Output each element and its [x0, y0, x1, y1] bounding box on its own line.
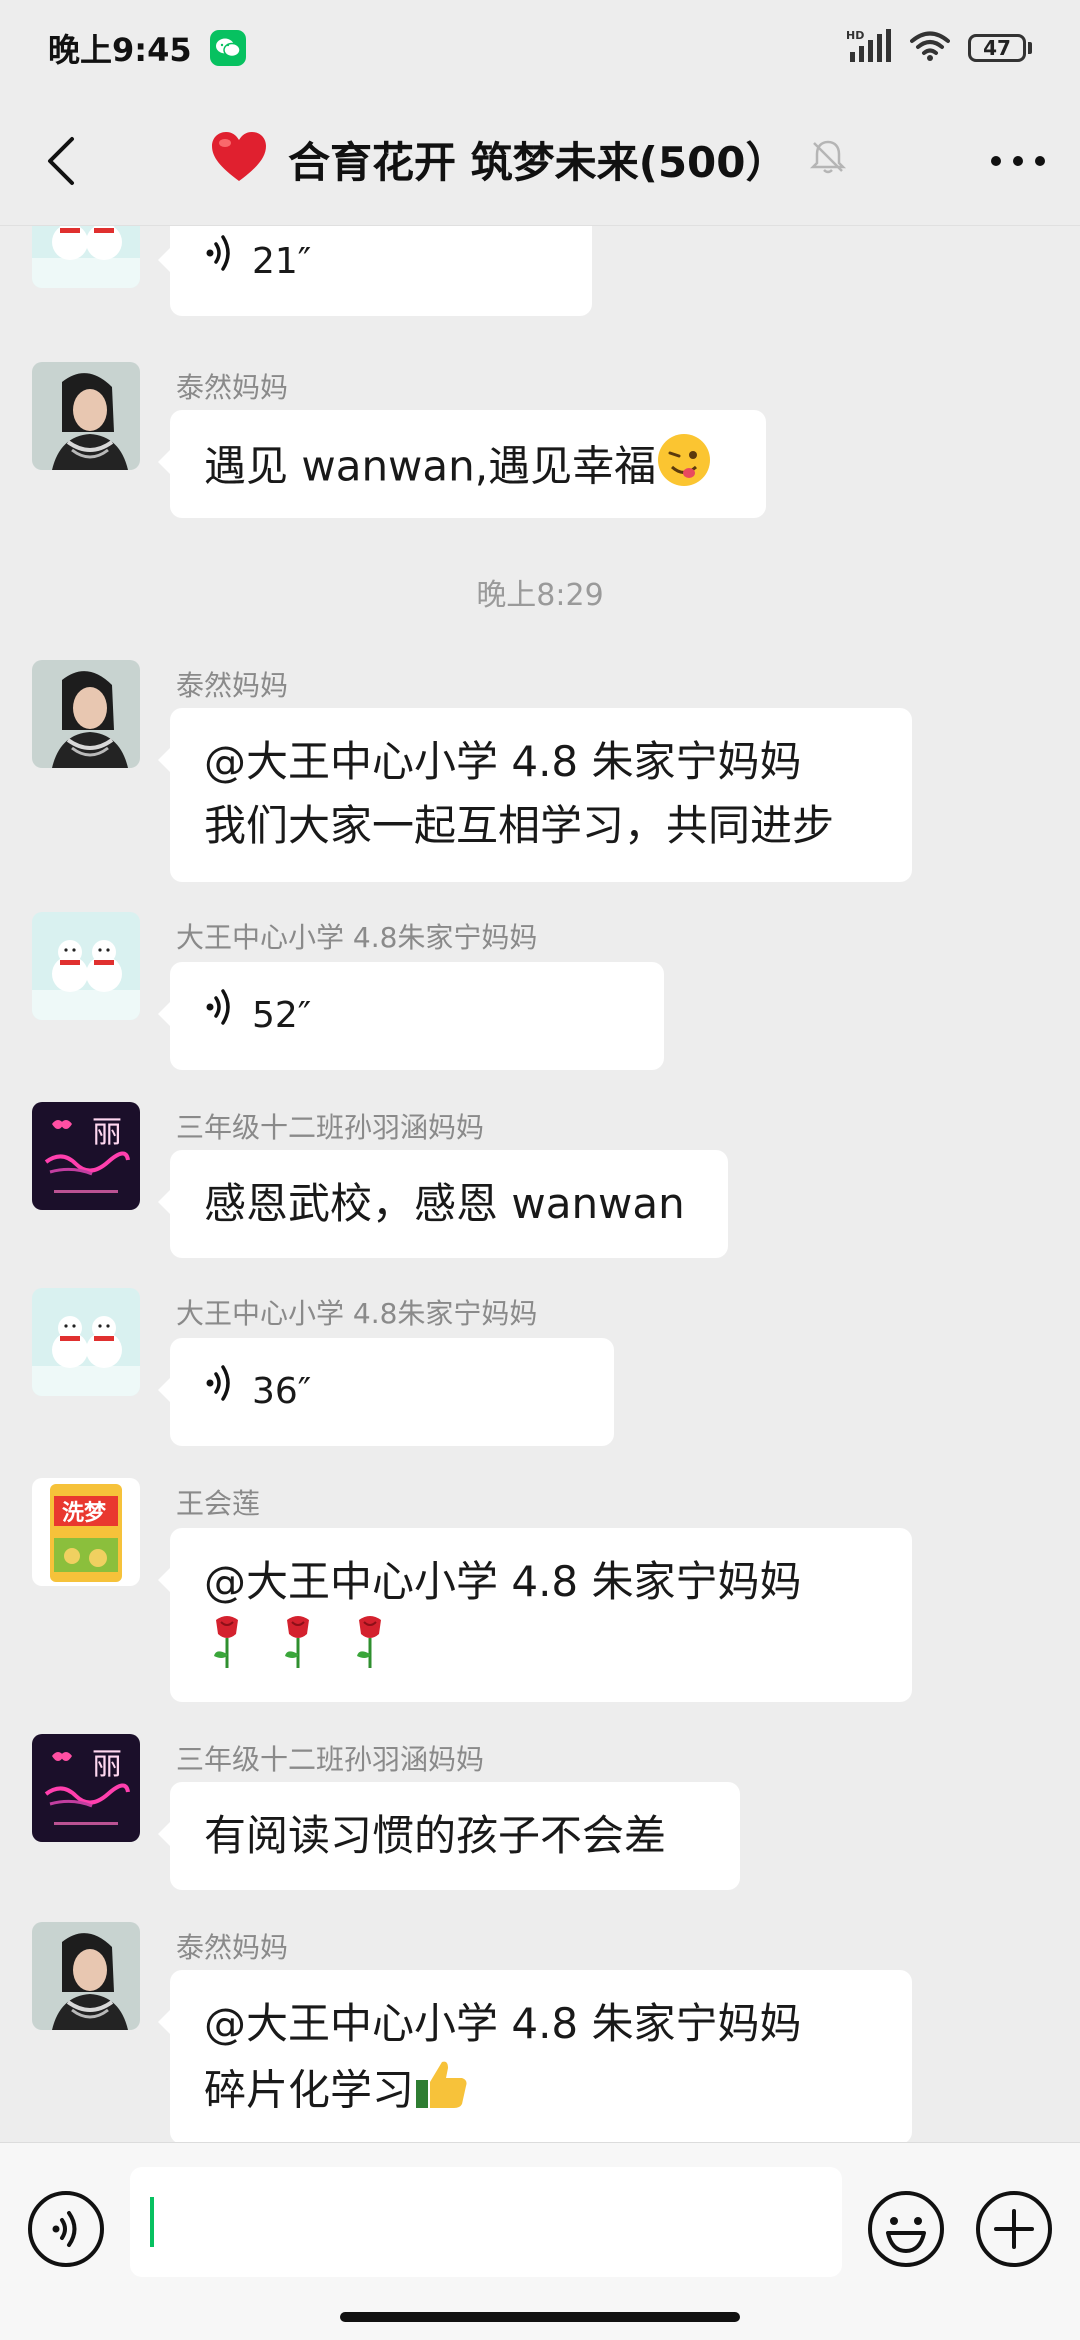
- sender-name: 大王中心小学 4.8朱家宁妈妈: [176, 921, 538, 954]
- text-message[interactable]: @大王中心小学 4.8 朱家宁妈妈 我们大家一起互相学习，共同进步: [158, 708, 912, 882]
- sender-name: 三年级十二班孙羽涵妈妈: [176, 1111, 485, 1144]
- battery-level: 47: [968, 34, 1026, 62]
- text-message[interactable]: 有阅读习惯的孩子不会差: [158, 1782, 740, 1890]
- message-text: @大王中心小学 4.8 朱家宁妈妈: [204, 1557, 802, 1606]
- sender-name: 王会莲: [176, 1487, 261, 1520]
- text-message[interactable]: @大王中心小学 4.8 朱家宁妈妈 碎片化学习: [158, 1970, 912, 2142]
- heart-emoji: [210, 131, 268, 187]
- avatar[interactable]: [32, 1288, 140, 1396]
- sender-name: 三年级十二班孙羽涵妈妈: [176, 1743, 485, 1776]
- chat-messages[interactable]: 21″ 泰然妈妈 遇见 wanwan,遇见幸福 晚上8:29 泰然妈妈 @大王中…: [0, 226, 1080, 2142]
- input-bar: [0, 2142, 1080, 2340]
- sender-name: 泰然妈妈: [176, 1931, 289, 1964]
- avatar-text: 丽: [92, 1747, 122, 1782]
- avatar[interactable]: 丽: [32, 1734, 140, 1842]
- voice-message[interactable]: 36″: [158, 1338, 614, 1446]
- message-text: 感恩武校，感恩 wanwan: [204, 1179, 685, 1228]
- rose-emoji-row: [204, 1614, 878, 1688]
- wechat-icon: [209, 30, 246, 66]
- message-input[interactable]: [130, 2167, 842, 2277]
- chat-title[interactable]: 合育花开 筑梦未来(500）: [288, 129, 788, 190]
- wifi-icon: [910, 30, 950, 66]
- status-bar: 晚上9:45 HD 47: [0, 0, 1080, 96]
- avatar[interactable]: 丽: [32, 1102, 140, 1210]
- voice-wave-icon: [204, 230, 238, 294]
- avatar[interactable]: [32, 362, 140, 470]
- voice-message[interactable]: 21″: [158, 226, 592, 316]
- sender-name: 泰然妈妈: [176, 669, 289, 702]
- avatar[interactable]: [32, 226, 140, 288]
- title-bar: 合育花开 筑梦未来(500）: [0, 96, 1080, 226]
- more-icon[interactable]: [986, 129, 1050, 193]
- voice-duration: 52″: [252, 995, 312, 1036]
- winking-face-emoji: [656, 432, 712, 506]
- back-arrow-icon[interactable]: [30, 129, 94, 193]
- avatar[interactable]: [32, 660, 140, 768]
- time-separator: 晚上8:29: [476, 578, 604, 613]
- voice-wave-icon: [204, 984, 238, 1048]
- avatar[interactable]: 洗梦: [32, 1478, 140, 1586]
- avatar[interactable]: [32, 912, 140, 1020]
- voice-wave-icon: [204, 1360, 238, 1424]
- signal-icon: HD: [846, 28, 892, 68]
- message-text: @大王中心小学 4.8 朱家宁妈妈: [204, 1999, 802, 2048]
- text-caret: [150, 2197, 154, 2247]
- mute-bell-icon: [808, 137, 848, 181]
- voice-message[interactable]: 52″: [158, 962, 664, 1070]
- voice-duration: 21″: [252, 241, 312, 282]
- text-message[interactable]: 遇见 wanwan,遇见幸福: [158, 410, 766, 518]
- rose-emoji: [204, 1614, 250, 1688]
- status-time: 晚上9:45: [48, 31, 192, 69]
- text-message[interactable]: @大王中心小学 4.8 朱家宁妈妈: [158, 1528, 912, 1702]
- voice-input-icon[interactable]: [26, 2189, 106, 2269]
- rose-emoji: [275, 1614, 321, 1688]
- voice-duration: 36″: [252, 1371, 312, 1412]
- message-text: 碎片化学习: [204, 2065, 415, 2115]
- rose-emoji: [347, 1614, 393, 1688]
- avatar[interactable]: [32, 1922, 140, 2030]
- avatar-text: 丽: [92, 1115, 122, 1150]
- plus-icon[interactable]: [974, 2189, 1054, 2269]
- network-badge: HD: [846, 29, 864, 42]
- message-text: @大王中心小学 4.8 朱家宁妈妈: [204, 737, 802, 786]
- sender-name: 大王中心小学 4.8朱家宁妈妈: [176, 1297, 538, 1330]
- message-text: 我们大家一起互相学习，共同进步: [204, 801, 835, 850]
- message-text: 有阅读习惯的孩子不会差: [204, 1811, 667, 1860]
- sender-name: 泰然妈妈: [176, 371, 289, 404]
- text-message[interactable]: 感恩武校，感恩 wanwan: [158, 1150, 728, 1258]
- message-text: 遇见 wanwan,遇见幸福: [204, 441, 657, 491]
- thumbs-up-emoji: [414, 2056, 470, 2130]
- emoji-icon[interactable]: [866, 2189, 946, 2269]
- battery-icon: 47: [968, 34, 1032, 62]
- avatar-text: 洗梦: [62, 1500, 107, 1526]
- home-indicator[interactable]: [340, 2312, 740, 2322]
